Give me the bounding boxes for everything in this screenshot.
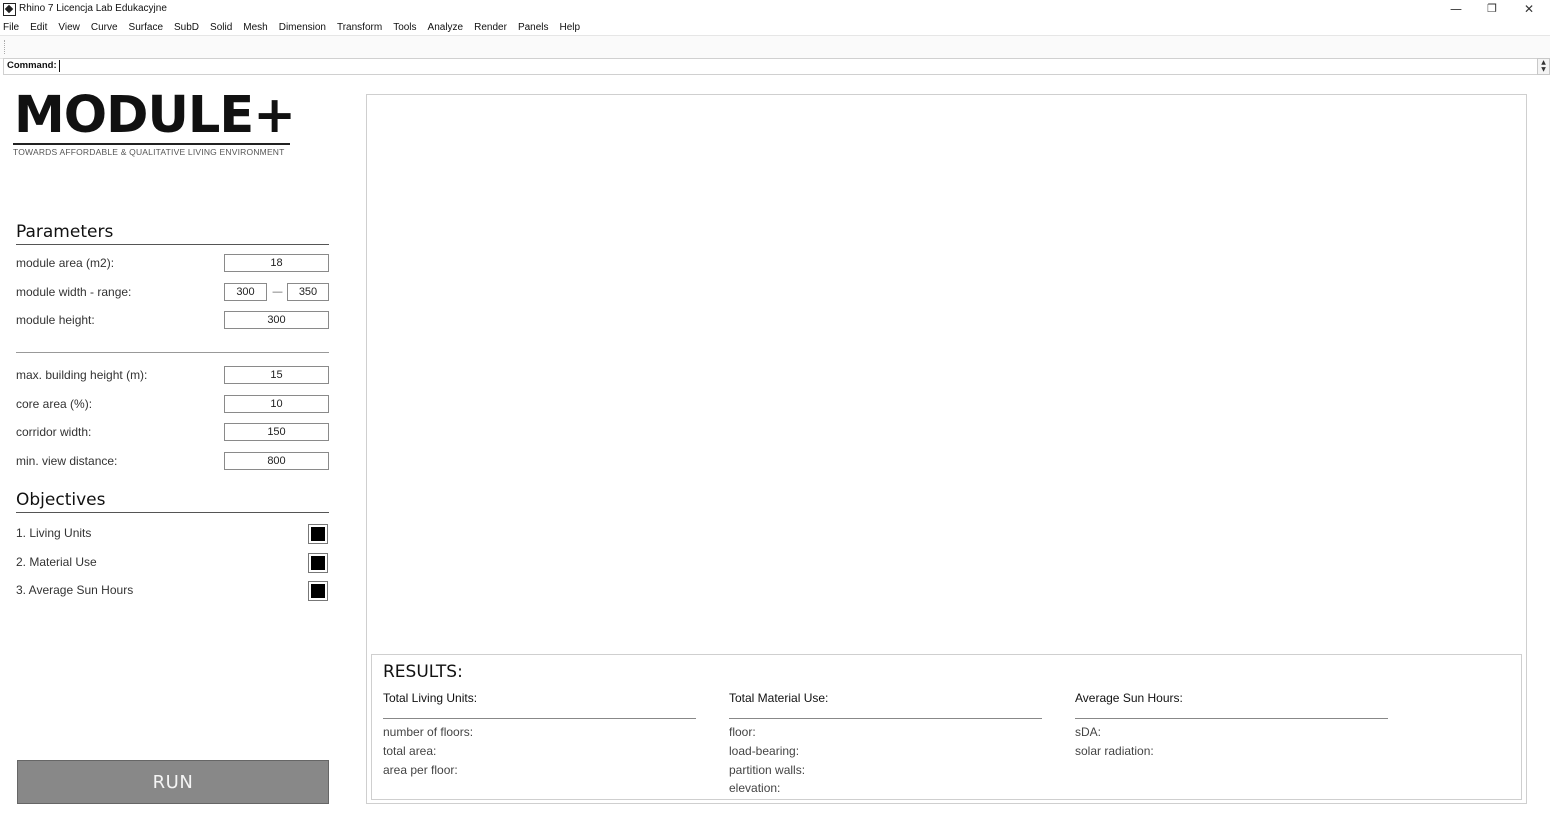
parameters-rule — [16, 244, 329, 245]
command-history-spinner-icon[interactable]: ▲ ▼ — [1537, 58, 1550, 75]
menu-file[interactable]: File — [3, 22, 19, 33]
toolbar-grip-icon[interactable] — [4, 40, 7, 54]
objectives-heading: Objectives — [16, 490, 106, 510]
title-bar: Rhino 7 Licencja Lab Edukacyjne — ❐ ✕ — [0, 0, 1550, 18]
max-building-height-input[interactable] — [224, 366, 329, 384]
command-input[interactable] — [59, 60, 1530, 72]
menu-surface[interactable]: Surface — [129, 22, 163, 33]
objective-living-units-checkbox[interactable] — [308, 524, 328, 544]
rhino-app-icon — [3, 3, 16, 16]
module-height-input[interactable] — [224, 311, 329, 329]
module-area-input[interactable] — [224, 254, 329, 272]
module-width-label: module width - range: — [16, 285, 132, 299]
objective-sun-hours-checkbox[interactable] — [308, 581, 328, 601]
result-number-of-floors: number of floors: — [383, 725, 474, 739]
menu-solid[interactable]: Solid — [210, 22, 232, 33]
module-width-min-input[interactable] — [224, 283, 267, 301]
menu-tools[interactable]: Tools — [393, 22, 416, 33]
results-rule — [383, 718, 696, 719]
min-view-distance-input[interactable] — [224, 452, 329, 470]
menu-view[interactable]: View — [58, 22, 80, 33]
menu-subd[interactable]: SubD — [174, 22, 199, 33]
menu-bar: File Edit View Curve Surface SubD Solid … — [0, 19, 1550, 35]
logo-underline — [13, 143, 290, 145]
max-building-height-label: max. building height (m): — [16, 368, 148, 382]
minimize-button[interactable]: — — [1438, 0, 1474, 18]
command-bar: Command: — [3, 58, 1539, 75]
parameters-heading: Parameters — [16, 222, 114, 242]
module-area-label: module area (m2): — [16, 256, 115, 270]
result-area-per-floor: area per floor: — [383, 763, 458, 777]
result-load-bearing: load-bearing: — [729, 744, 800, 758]
result-solar-radiation: solar radiation: — [1075, 744, 1154, 758]
module-height-label: module height: — [16, 313, 95, 327]
menu-dimension[interactable]: Dimension — [279, 22, 326, 33]
total-material-use-heading: Total Material Use: — [729, 691, 829, 705]
range-separator: — — [272, 285, 283, 298]
corridor-width-label: corridor width: — [16, 425, 92, 439]
objective-material-use-label: 2. Material Use — [16, 555, 97, 569]
menu-render[interactable]: Render — [474, 22, 507, 33]
menu-curve[interactable]: Curve — [91, 22, 118, 33]
result-floor: floor: — [729, 725, 756, 739]
corridor-width-input[interactable] — [224, 423, 329, 441]
total-living-units-heading: Total Living Units: — [383, 691, 478, 705]
objective-sun-hours-label: 3. Average Sun Hours — [16, 583, 134, 597]
close-button[interactable]: ✕ — [1511, 0, 1547, 18]
core-area-label: core area (%): — [16, 397, 93, 411]
maximize-button[interactable]: ❐ — [1474, 0, 1510, 18]
results-heading: RESULTS: — [383, 662, 463, 682]
menu-analyze[interactable]: Analyze — [428, 22, 464, 33]
menu-panels[interactable]: Panels — [518, 22, 549, 33]
objective-living-units-label: 1. Living Units — [16, 526, 92, 540]
result-elevation: elevation: — [729, 781, 781, 795]
menu-mesh[interactable]: Mesh — [243, 22, 267, 33]
core-area-input[interactable] — [224, 395, 329, 413]
results-rule — [1075, 718, 1388, 719]
result-sda: sDA: — [1075, 725, 1102, 739]
result-partition-walls: partition walls: — [729, 763, 806, 777]
window-title: Rhino 7 Licencja Lab Edukacyjne — [19, 3, 167, 14]
result-total-area: total area: — [383, 744, 437, 758]
min-view-distance-label: min. view distance: — [16, 454, 118, 468]
average-sun-hours-heading: Average Sun Hours: — [1075, 691, 1183, 705]
menu-help[interactable]: Help — [560, 22, 581, 33]
module-width-max-input[interactable] — [287, 283, 329, 301]
parameters-divider — [16, 352, 329, 353]
module-plus-logo: MODULE+ — [14, 86, 296, 145]
tagline: TOWARDS AFFORDABLE & QUALITATIVE LIVING … — [13, 147, 285, 157]
menu-edit[interactable]: Edit — [30, 22, 47, 33]
run-button[interactable]: RUN — [17, 760, 329, 804]
objectives-rule — [16, 512, 329, 513]
command-label: Command: — [7, 60, 57, 71]
objective-material-use-checkbox[interactable] — [308, 553, 328, 573]
results-rule — [729, 718, 1042, 719]
toolbar-area — [0, 35, 1550, 59]
results-panel: RESULTS: Total Living Units: number of f… — [371, 654, 1522, 800]
menu-transform[interactable]: Transform — [337, 22, 382, 33]
